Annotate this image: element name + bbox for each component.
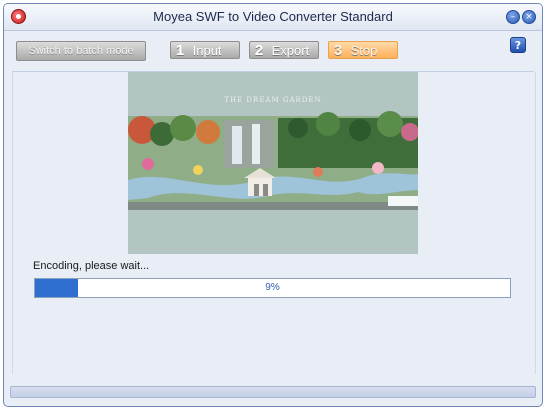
progress-percent-text: 9% — [265, 282, 280, 293]
status-bar — [10, 386, 536, 398]
video-preview: THE DREAM GARDEN — [128, 72, 418, 254]
encoding-status-text: Encoding, please wait... — [33, 260, 150, 272]
help-icon[interactable]: ? — [510, 37, 526, 53]
step-label: Export — [271, 43, 310, 58]
step-export-button[interactable]: 2 Export — [249, 41, 319, 59]
step-input-button[interactable]: 1 Input — [170, 41, 240, 59]
step-label: Stop — [350, 43, 378, 58]
encoding-progress-bar: 9% — [34, 278, 511, 298]
garden-scene-image — [128, 111, 418, 210]
switch-to-batch-mode-button[interactable]: Switch to batch mode — [16, 41, 146, 61]
step-number: 3 — [333, 42, 343, 59]
step-number: 2 — [254, 42, 264, 59]
toolbar: Switch to batch mode 1 Input 2 Export 3 … — [4, 31, 542, 69]
close-icon[interactable]: × — [522, 10, 536, 24]
minimize-icon[interactable]: – — [506, 10, 520, 24]
main-panel: THE DREAM GARDEN Encoding, please wait..… — [12, 72, 536, 374]
step-number: 1 — [175, 42, 185, 59]
step-label: Input — [192, 43, 222, 58]
converter-window: Moyea SWF to Video Converter Standard – … — [3, 3, 543, 407]
step-stop-button[interactable]: 3 Stop — [328, 41, 398, 59]
title-bar[interactable]: Moyea SWF to Video Converter Standard – … — [4, 4, 542, 31]
window-title: Moyea SWF to Video Converter Standard — [153, 9, 393, 24]
